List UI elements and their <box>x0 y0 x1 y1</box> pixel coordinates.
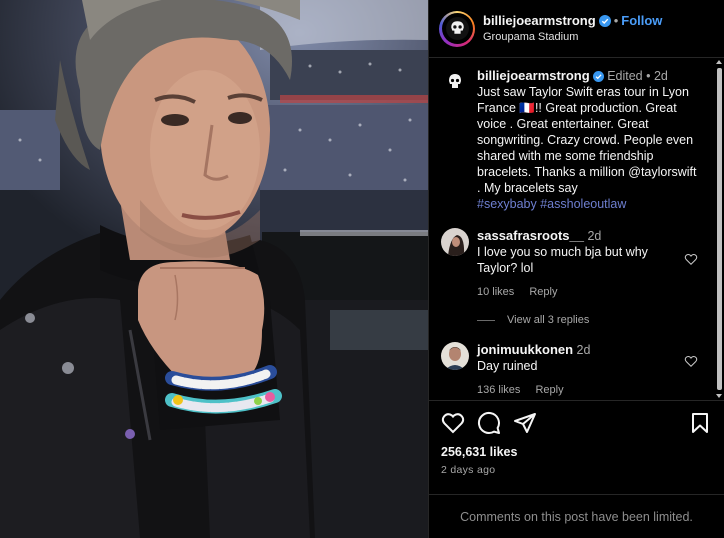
instagram-post: billiejoearmstrong • Follow Groupama Stadi… <box>0 0 724 538</box>
post-action-bar: 256,631 likes 2 days ago Comments on thi… <box>429 400 724 538</box>
comment-username[interactable]: sassafrasroots__ <box>477 228 584 243</box>
post-caption: billiejoearmstrong Edited • 2d Just saw … <box>441 68 712 212</box>
comment-like-heart-icon[interactable] <box>684 252 698 266</box>
comment-text: I love you so much bja but why Taylor? l… <box>477 245 648 275</box>
caption-edited: Edited <box>607 69 643 83</box>
post-header: billiejoearmstrong • Follow Groupama Stadi… <box>429 0 724 58</box>
comment-like-heart-icon[interactable] <box>684 354 698 368</box>
verified-badge-icon <box>592 71 604 82</box>
comment-username[interactable]: jonimuukkonen <box>477 342 573 357</box>
author-username[interactable]: billiejoearmstrong <box>483 13 596 28</box>
commenter-avatar[interactable] <box>441 342 469 370</box>
verified-badge-icon <box>598 14 611 27</box>
caption-avatar[interactable] <box>441 68 469 96</box>
share-paper-plane-icon[interactable] <box>513 411 537 435</box>
comment-reply-button[interactable]: Reply <box>535 384 563 396</box>
comments-limited-notice: Comments on this post have been limited. <box>429 494 724 538</box>
comment-likes[interactable]: 136 likes <box>477 384 520 396</box>
person-illustration <box>0 0 428 538</box>
comment-item: sassafrasroots__ 2d I love you so much b… <box>441 228 712 300</box>
caption-time: 2d <box>653 69 668 83</box>
caption-text-after: . My bracelets say <box>477 181 578 195</box>
comment-time: 2d <box>576 343 591 357</box>
view-replies-label: View all 3 replies <box>507 314 590 326</box>
comment-likes[interactable]: 10 likes <box>477 286 514 298</box>
scrollbar-thumb[interactable] <box>717 68 722 390</box>
caption-mention[interactable]: @taylorswift <box>628 165 696 179</box>
post-photo[interactable] <box>0 0 428 538</box>
author-avatar[interactable] <box>439 10 475 47</box>
scroll-up-arrow-icon[interactable] <box>716 60 722 64</box>
post-timestamp: 2 days ago <box>441 464 496 476</box>
comment-text: Day ruined <box>477 359 538 373</box>
scroll-down-arrow-icon[interactable] <box>716 394 722 398</box>
skull-logo-icon <box>445 17 469 40</box>
comments-list[interactable]: billiejoearmstrong Edited • 2d Just saw … <box>429 58 724 400</box>
header-separator: • <box>613 12 619 28</box>
like-heart-icon[interactable] <box>441 411 465 435</box>
comment-item: jonimuukkonen 2d Day ruined 136 likes Re… <box>441 342 712 398</box>
comment-time: 2d <box>587 229 602 243</box>
follow-button[interactable]: Follow <box>621 13 662 28</box>
comments-scrollbar[interactable] <box>715 58 723 400</box>
skull-logo-icon <box>449 74 461 88</box>
comment-reply-button[interactable]: Reply <box>529 286 557 298</box>
view-replies-button[interactable]: View all 3 replies <box>477 314 712 326</box>
caption-username[interactable]: billiejoearmstrong <box>477 68 590 83</box>
save-bookmark-icon[interactable] <box>688 411 712 435</box>
post-likes-count[interactable]: 256,631 likes <box>441 445 712 459</box>
post-location[interactable]: Groupama Stadium <box>483 29 662 46</box>
comment-bubble-icon[interactable] <box>477 411 501 435</box>
commenter-avatar[interactable] <box>441 228 469 256</box>
post-side-panel: billiejoearmstrong • Follow Groupama Stadi… <box>428 0 724 538</box>
caption-hashtags[interactable]: #sexybaby #assholeoutlaw <box>477 197 626 211</box>
